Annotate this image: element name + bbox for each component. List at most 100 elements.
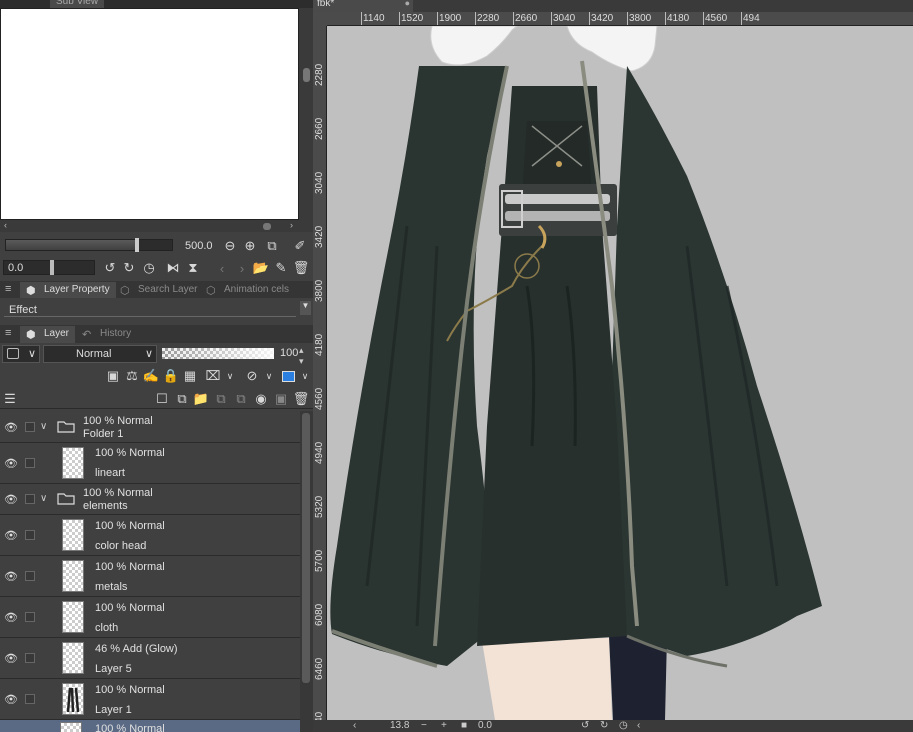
subview-vertical-scrollbar[interactable] <box>299 8 313 220</box>
apply-mask-icon[interactable]: ▣ <box>273 391 289 407</box>
scroll-left-icon[interactable]: ‹ <box>4 220 7 230</box>
rotate-left-icon[interactable]: ↺ <box>102 260 118 276</box>
eyedropper-icon[interactable]: ✐ <box>292 238 308 254</box>
panel-menu-icon[interactable]: ≡ <box>5 283 11 295</box>
status-rotate-left-icon[interactable]: ↺ <box>581 720 589 731</box>
create-mask-icon[interactable]: ◉ <box>253 391 269 407</box>
eye-icon[interactable]: 👁 <box>3 529 19 542</box>
layer-row-layer-5[interactable]: 👁 46 % Add (Glow) Layer 5 <box>0 638 300 679</box>
ruler-icon[interactable]: ⊘ <box>244 368 260 384</box>
layer-list-scrollbar[interactable] <box>300 411 313 732</box>
tab-history[interactable]: ↶ History <box>76 326 137 343</box>
eye-icon[interactable]: 👁 <box>3 421 19 434</box>
layer-row-folder-1[interactable]: 👁 ∨ 100 % Normal Folder 1 <box>0 411 300 443</box>
delete-layer-icon[interactable]: 🗑 <box>293 391 310 407</box>
subview-canvas[interactable] <box>0 8 299 220</box>
new-folder-icon[interactable]: 📁 <box>193 391 209 407</box>
fit-window-icon[interactable]: ⧉ <box>264 238 280 254</box>
eye-icon[interactable]: 👁 <box>3 570 19 583</box>
status-reset-icon[interactable]: ◷ <box>619 720 628 731</box>
rotation-slider-handle[interactable] <box>50 260 54 275</box>
layer-checkbox[interactable] <box>25 422 35 432</box>
draft-layer-icon[interactable]: ✍ <box>143 368 159 384</box>
trash-icon[interactable]: 🗑 <box>293 260 310 276</box>
eye-icon[interactable]: 👁 <box>3 693 19 706</box>
zoom-slider-handle[interactable] <box>135 238 140 252</box>
tab-animation-cels[interactable]: ⬡ Animation cels <box>200 282 295 299</box>
layer-row-color-head[interactable]: 👁 100 % Normal color head <box>0 515 300 556</box>
drawing-canvas[interactable] <box>327 26 913 720</box>
reset-rotation-icon[interactable]: ◷ <box>141 260 157 276</box>
scroll-right-icon[interactable]: › <box>290 220 293 230</box>
blend-mode-select[interactable]: Normal ∨ <box>43 345 157 363</box>
subview-horizontal-scrollbar[interactable]: ‹ › <box>0 220 313 232</box>
status-fit-icon[interactable]: ■ <box>461 720 467 731</box>
scroll-thumb[interactable] <box>303 68 310 82</box>
layer-checkbox[interactable] <box>25 653 35 663</box>
scroll-thumb[interactable] <box>263 223 271 230</box>
layer-checkbox[interactable] <box>25 458 35 468</box>
layer-list-icon[interactable]: ☰ <box>2 391 18 407</box>
eye-icon[interactable]: 👁 <box>3 457 19 470</box>
tab-layer-property[interactable]: ⬢ Layer Property <box>20 282 116 299</box>
chevron-down-icon[interactable]: ∨ <box>297 368 313 384</box>
layer-row-selected[interactable]: 100 % Normal <box>0 720 300 732</box>
lock-icon[interactable]: 🔒 <box>163 368 179 384</box>
layer-thumbnail <box>62 642 84 674</box>
layer-checkbox[interactable] <box>25 571 35 581</box>
layer-row-cloth[interactable]: 👁 100 % Normal cloth <box>0 597 300 638</box>
opacity-stepper-icon[interactable]: ▴ ▾ <box>299 345 304 367</box>
lock-transparency-icon[interactable]: ▦ <box>182 368 198 384</box>
status-rotate-right-icon[interactable]: ↻ <box>600 720 608 731</box>
mask-icon[interactable]: ⌧ <box>205 368 221 384</box>
next-icon[interactable]: › <box>234 260 250 276</box>
flip-horizontal-icon[interactable]: ⧑ <box>165 260 181 276</box>
chevron-down-icon[interactable]: ∨ <box>222 368 238 384</box>
opacity-slider[interactable] <box>162 348 274 359</box>
status-zoom-in-icon[interactable]: + <box>441 720 447 731</box>
tab-layer[interactable]: ⬢ Layer <box>20 326 76 343</box>
scroll-thumb[interactable] <box>302 413 310 683</box>
close-icon[interactable]: ● <box>405 0 410 8</box>
flip-vertical-icon[interactable]: ⧗ <box>185 260 201 276</box>
layer-color-select[interactable]: ∨ <box>2 345 40 363</box>
panel-menu-icon[interactable]: ≡ <box>5 327 11 339</box>
rotate-right-icon[interactable]: ↻ <box>121 260 137 276</box>
effect-dropdown-icon[interactable]: ▼ <box>300 301 311 315</box>
eye-icon[interactable]: 👁 <box>3 652 19 665</box>
eye-icon[interactable]: 👁 <box>3 493 19 506</box>
rotation-slider[interactable]: 0.0 <box>3 260 95 275</box>
layer-checkbox[interactable] <box>25 530 35 540</box>
chevron-down-icon[interactable]: ∨ <box>40 493 47 504</box>
new-raster-layer-icon[interactable]: ☐ <box>154 391 170 407</box>
tab-search-layer[interactable]: ⬡ Search Layer <box>114 282 203 299</box>
layer-color-icon[interactable] <box>280 368 296 384</box>
layer-checkbox[interactable] <box>25 694 35 704</box>
zoom-in-icon[interactable]: ⊕ <box>242 238 258 254</box>
merge-down-icon[interactable]: ⧉ <box>233 391 249 407</box>
clip-layer-icon[interactable]: ▣ <box>105 368 121 384</box>
edit-icon[interactable]: ✎ <box>273 260 289 276</box>
reference-layer-icon[interactable]: ⚖ <box>124 368 140 384</box>
transfer-down-icon[interactable]: ⧉ <box>213 391 229 407</box>
layer-checkbox[interactable] <box>25 612 35 622</box>
layer-row-lineart[interactable]: 👁 100 % Normal lineart <box>0 443 300 484</box>
status-zoom-out-icon[interactable]: − <box>421 720 427 731</box>
chevron-down-icon[interactable]: ∨ <box>40 421 47 432</box>
chevron-down-icon[interactable]: ∨ <box>261 368 277 384</box>
status-flip-icon[interactable]: ‹ <box>637 720 640 731</box>
opacity-value[interactable]: 100 <box>280 347 298 359</box>
layer-row-layer-1[interactable]: 👁 100 % Normal Layer 1 <box>0 679 300 720</box>
previous-icon[interactable]: ‹ <box>214 260 230 276</box>
layer-checkbox[interactable] <box>25 494 35 504</box>
open-folder-icon[interactable]: 📂 <box>253 260 269 276</box>
layer-row-elements[interactable]: 👁 ∨ 100 % Normal elements <box>0 484 300 515</box>
status-scroll-left-icon[interactable]: ‹ <box>353 720 356 731</box>
eye-icon[interactable]: 👁 <box>3 611 19 624</box>
canvas-tab[interactable]: fbk* ● <box>313 0 413 12</box>
tab-subview[interactable]: Sub View <box>50 0 105 8</box>
layer-row-metals[interactable]: 👁 100 % Normal metals <box>0 556 300 597</box>
zoom-slider[interactable] <box>5 238 173 252</box>
new-vector-layer-icon[interactable]: ⧉ <box>174 391 190 407</box>
zoom-out-icon[interactable]: ⊖ <box>222 238 238 254</box>
